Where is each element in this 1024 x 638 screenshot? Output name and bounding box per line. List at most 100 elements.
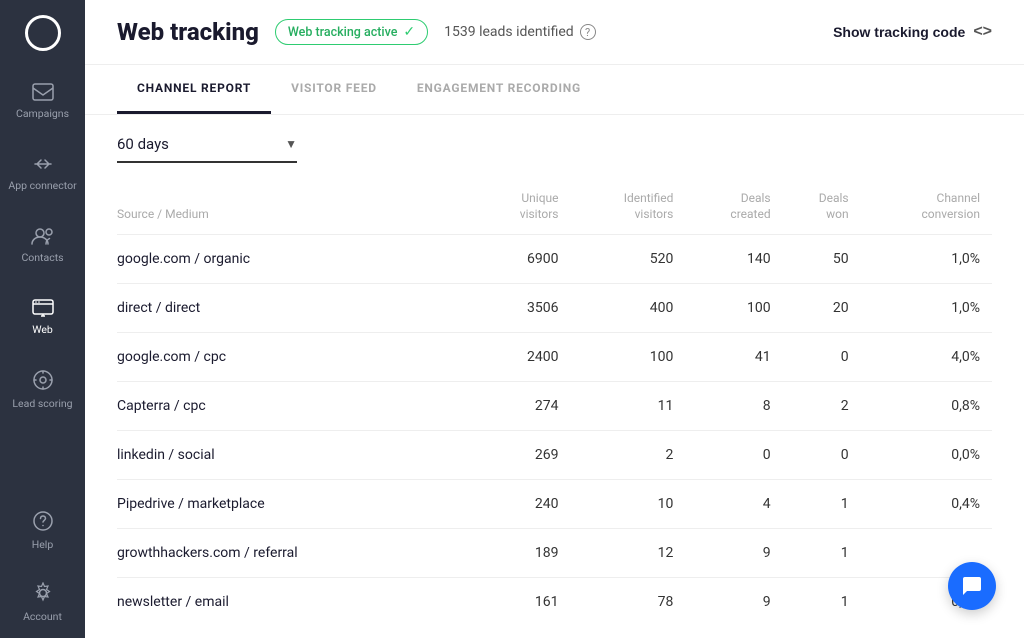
leads-count-label: 1539 leads identified bbox=[444, 24, 574, 40]
cell-identified-visitors: 10 bbox=[571, 480, 686, 529]
campaigns-label: Campaigns bbox=[16, 107, 69, 120]
page-title: Web tracking bbox=[117, 18, 259, 46]
tab-channel-report[interactable]: Channel Report bbox=[117, 65, 271, 114]
tabs-bar: Channel Report Visitor Feed Engagement R… bbox=[85, 65, 1024, 115]
cell-unique-visitors: 161 bbox=[476, 578, 571, 627]
cell-deals-won: 50 bbox=[783, 235, 861, 284]
cell-deals-created: 4 bbox=[685, 480, 782, 529]
cell-unique-visitors: 269 bbox=[476, 431, 571, 480]
col-header-channel-conversion: Channelconversion bbox=[861, 183, 992, 235]
sidebar: Campaigns App connector Contacts bbox=[0, 0, 85, 638]
cell-deals-created: 9 bbox=[685, 529, 782, 578]
cell-channel-conversion: 0,4% bbox=[861, 480, 992, 529]
cell-identified-visitors: 520 bbox=[571, 235, 686, 284]
table-row: google.com / organic 6900 520 140 50 1,0… bbox=[117, 235, 992, 284]
cell-source: Capterra / cpc bbox=[117, 382, 476, 431]
cell-channel-conversion: 1,0% bbox=[861, 284, 992, 333]
cell-deals-won: 1 bbox=[783, 578, 861, 627]
cell-identified-visitors: 400 bbox=[571, 284, 686, 333]
cell-deals-won: 20 bbox=[783, 284, 861, 333]
chat-button[interactable] bbox=[948, 562, 996, 610]
sidebar-item-contacts[interactable]: Contacts bbox=[0, 209, 85, 281]
sidebar-item-campaigns[interactable]: Campaigns bbox=[0, 65, 85, 137]
app-connector-label: App connector bbox=[8, 179, 76, 192]
sidebar-item-account[interactable]: Account bbox=[0, 566, 85, 638]
table-row: growthhackers.com / referral 189 12 9 1 bbox=[117, 529, 992, 578]
tab-engagement-recording[interactable]: Engagement Recording bbox=[397, 65, 601, 114]
cell-source: direct / direct bbox=[117, 284, 476, 333]
cell-unique-visitors: 3506 bbox=[476, 284, 571, 333]
web-icon bbox=[32, 299, 54, 317]
code-brackets-icon: <> bbox=[973, 23, 992, 41]
cell-channel-conversion: 0,8% bbox=[861, 382, 992, 431]
cell-deals-created: 140 bbox=[685, 235, 782, 284]
table-row: newsletter / email 161 78 9 1 0,6% bbox=[117, 578, 992, 627]
channel-report-table: Source / Medium Uniquevisitors Identifie… bbox=[85, 183, 1024, 638]
cell-identified-visitors: 100 bbox=[571, 333, 686, 382]
days-dropdown[interactable]: 60 days ▼ bbox=[117, 135, 297, 163]
web-label: Web bbox=[32, 323, 53, 336]
col-header-unique-visitors: Uniquevisitors bbox=[476, 183, 571, 235]
table-row: google.com / cpc 2400 100 41 0 4,0% bbox=[117, 333, 992, 382]
cell-source: growthhackers.com / referral bbox=[117, 529, 476, 578]
main-content: Web tracking Web tracking active ✓ 1539 … bbox=[85, 0, 1024, 638]
cell-unique-visitors: 274 bbox=[476, 382, 571, 431]
cell-unique-visitors: 6900 bbox=[476, 235, 571, 284]
cell-deals-created: 100 bbox=[685, 284, 782, 333]
cell-channel-conversion: 0,0% bbox=[861, 431, 992, 480]
col-header-deals-created: Dealscreated bbox=[685, 183, 782, 235]
cell-channel-conversion: 4,0% bbox=[861, 333, 992, 382]
cell-deals-won: 1 bbox=[783, 480, 861, 529]
help-label: Help bbox=[32, 538, 54, 551]
leads-help-icon[interactable]: ? bbox=[580, 24, 596, 40]
cell-source: linkedin / social bbox=[117, 431, 476, 480]
sidebar-item-app-connector[interactable]: App connector bbox=[0, 137, 85, 209]
cell-deals-created: 8 bbox=[685, 382, 782, 431]
cell-deals-created: 0 bbox=[685, 431, 782, 480]
cell-deals-won: 2 bbox=[783, 382, 861, 431]
cell-source: Pipedrive / marketplace bbox=[117, 480, 476, 529]
cell-deals-created: 41 bbox=[685, 333, 782, 382]
tab-visitor-feed-label: Visitor Feed bbox=[291, 81, 377, 95]
show-tracking-button[interactable]: Show tracking code <> bbox=[833, 23, 992, 41]
sidebar-logo bbox=[0, 0, 85, 65]
cell-identified-visitors: 11 bbox=[571, 382, 686, 431]
cell-deals-won: 0 bbox=[783, 431, 861, 480]
account-icon bbox=[32, 582, 54, 604]
cell-unique-visitors: 189 bbox=[476, 529, 571, 578]
account-label: Account bbox=[23, 610, 62, 623]
cell-deals-won: 1 bbox=[783, 529, 861, 578]
dropdown-arrow-icon: ▼ bbox=[285, 137, 297, 151]
sidebar-item-help[interactable]: Help bbox=[0, 494, 85, 566]
app-connector-icon bbox=[32, 155, 54, 173]
status-check-icon: ✓ bbox=[403, 24, 415, 40]
cell-deals-created: 9 bbox=[685, 578, 782, 627]
help-icon bbox=[32, 510, 54, 532]
cell-source: google.com / cpc bbox=[117, 333, 476, 382]
tab-channel-report-label: Channel Report bbox=[137, 81, 251, 95]
cell-source: newsletter / email bbox=[117, 578, 476, 627]
cell-unique-visitors: 2400 bbox=[476, 333, 571, 382]
header: Web tracking Web tracking active ✓ 1539 … bbox=[85, 0, 1024, 65]
tab-visitor-feed[interactable]: Visitor Feed bbox=[271, 65, 397, 114]
cell-identified-visitors: 2 bbox=[571, 431, 686, 480]
days-select-label: 60 days bbox=[117, 135, 277, 153]
table-row: Capterra / cpc 274 11 8 2 0,8% bbox=[117, 382, 992, 431]
sidebar-item-lead-scoring[interactable]: Lead scoring bbox=[0, 353, 85, 425]
status-badge: Web tracking active ✓ bbox=[275, 19, 428, 45]
contacts-label: Contacts bbox=[21, 251, 63, 264]
cell-source: google.com / organic bbox=[117, 235, 476, 284]
sidebar-item-web[interactable]: Web bbox=[0, 281, 85, 353]
data-table: Source / Medium Uniquevisitors Identifie… bbox=[117, 183, 992, 626]
campaigns-icon bbox=[32, 83, 54, 101]
logo-circle bbox=[25, 15, 61, 51]
col-header-deals-won: Dealswon bbox=[783, 183, 861, 235]
cell-identified-visitors: 12 bbox=[571, 529, 686, 578]
col-header-identified-visitors: Identifiedvisitors bbox=[571, 183, 686, 235]
filter-bar: 60 days ▼ bbox=[85, 115, 1024, 183]
lead-scoring-icon bbox=[32, 369, 54, 391]
contacts-icon bbox=[31, 227, 55, 245]
cell-identified-visitors: 78 bbox=[571, 578, 686, 627]
cell-unique-visitors: 240 bbox=[476, 480, 571, 529]
cell-channel-conversion: 1,0% bbox=[861, 235, 992, 284]
